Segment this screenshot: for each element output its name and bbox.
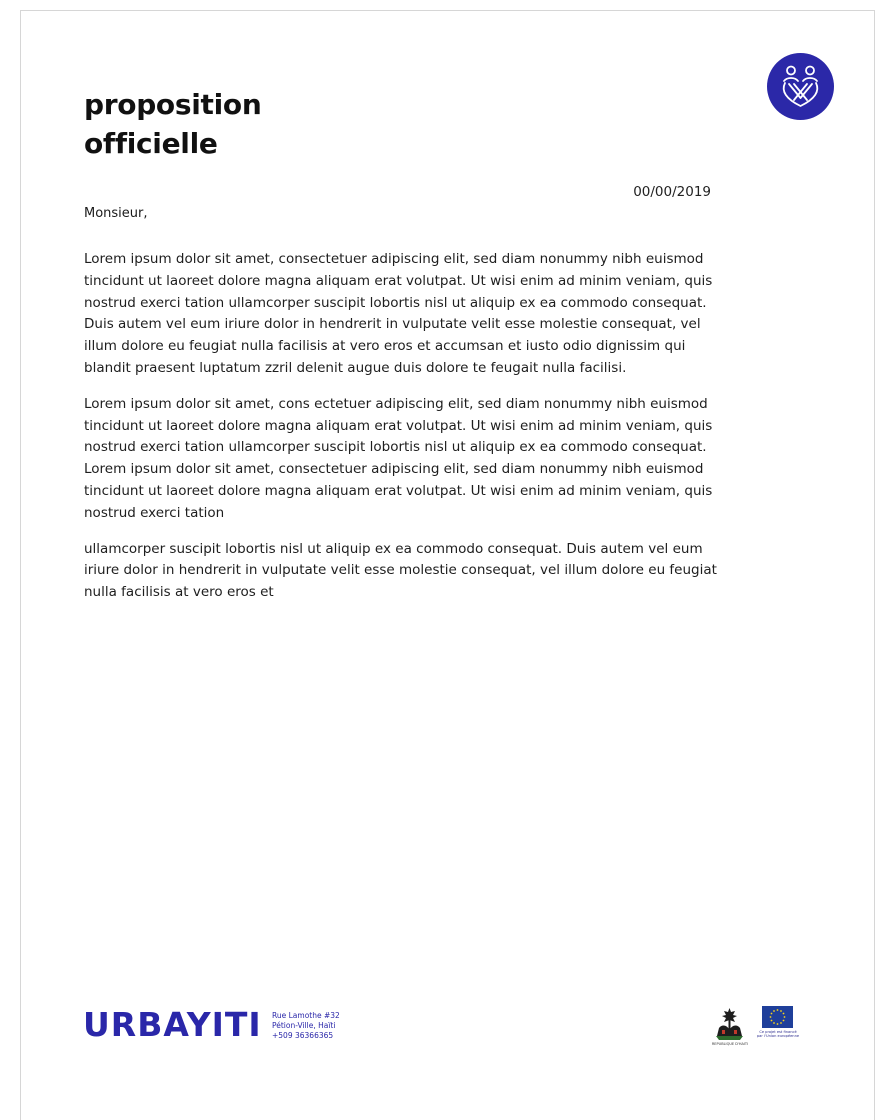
- letter-date: 00/00/2019: [633, 184, 711, 200]
- address-phone: +509 36366365: [272, 1031, 334, 1040]
- address-city: Pétion-Ville, Haïti: [272, 1021, 336, 1030]
- document-title: proposition officielle: [84, 85, 262, 163]
- address-street: Rue Lamothe #32: [272, 1011, 340, 1020]
- paragraph-1: Lorem ipsum dolor sit amet, consectetuer…: [84, 251, 713, 376]
- letter-body: Lorem ipsum dolor sit amet, consectetuer…: [84, 249, 724, 618]
- paragraph-4: ullamcorper suscipit lobortis nisl ut al…: [84, 540, 717, 601]
- paragraph-3: Lorem ipsum dolor sit amet, consectetuer…: [84, 461, 713, 521]
- letter-page: proposition officielle 00/00/2019 Monsie…: [20, 10, 875, 1120]
- brand-wordmark: URBAYITI: [83, 1005, 262, 1044]
- seal-caption: REPUBLIQUE D'HAITI: [711, 1042, 749, 1046]
- footer-address: Rue Lamothe #32 Pétion-Ville, Haïti +509…: [272, 1011, 340, 1041]
- title-line-2: officielle: [84, 127, 218, 160]
- eu-flag-icon: [762, 1006, 793, 1028]
- eu-funding-caption: Ce projet est financé par l'Union europé…: [755, 1030, 801, 1039]
- title-line-1: proposition: [84, 88, 262, 121]
- haiti-coat-of-arms-icon: [716, 1008, 743, 1040]
- urbayiti-people-logo-icon: [767, 53, 834, 120]
- paragraph-2: Lorem ipsum dolor sit amet, cons ectetue…: [84, 395, 713, 456]
- eu-caption-line-2: par l'Union européenne: [756, 1034, 800, 1039]
- salutation: Monsieur,: [84, 206, 148, 221]
